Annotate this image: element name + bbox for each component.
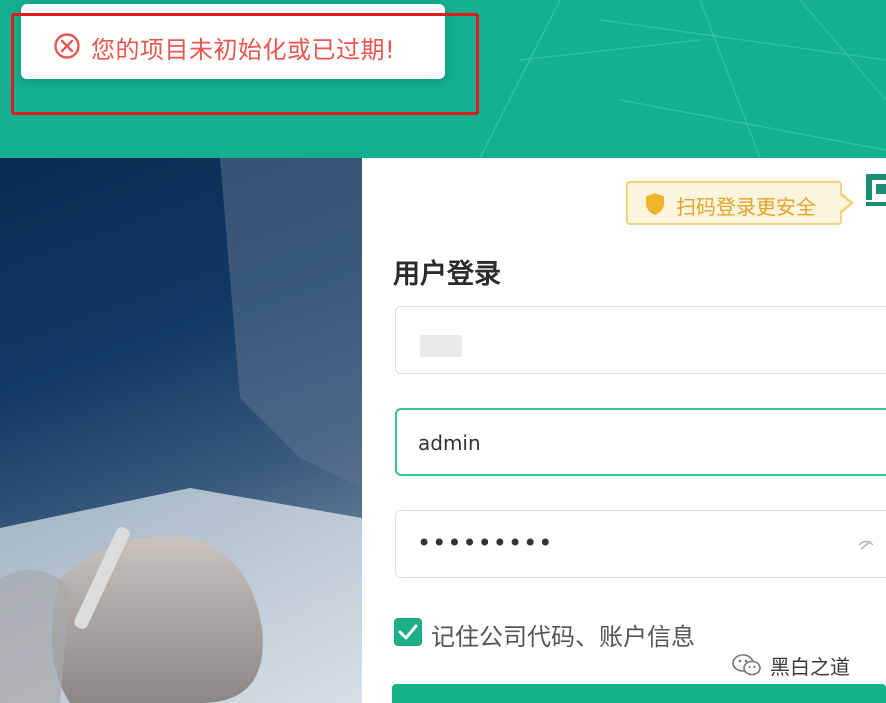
remember-label: 记住公司代码、账户信息: [431, 623, 695, 651]
login-title: 用户登录: [393, 259, 501, 290]
checkmark-icon: [398, 624, 418, 640]
annotation-highlight-box: [11, 13, 479, 115]
wechat-icon: [732, 654, 761, 676]
qr-code-toggle-icon[interactable]: [862, 170, 886, 214]
login-button[interactable]: [392, 684, 886, 703]
shield-icon: [646, 193, 664, 215]
redacted-value: [420, 335, 462, 357]
watermark-text: 黑白之道: [770, 654, 850, 679]
eye-off-icon[interactable]: [858, 539, 874, 551]
password-value: •••••••••: [417, 529, 554, 557]
watermark: 黑白之道: [732, 652, 850, 679]
username-value: admin: [418, 431, 481, 455]
username-field[interactable]: admin: [395, 408, 886, 476]
company-code-field[interactable]: [395, 306, 886, 374]
hero-photo-illustration: [0, 158, 362, 703]
remember-checkbox[interactable]: [394, 618, 422, 646]
qr-tip-label: 扫码登录更安全: [676, 195, 816, 219]
qr-login-tip[interactable]: 扫码登录更安全: [626, 181, 854, 225]
password-field[interactable]: •••••••••: [395, 510, 886, 578]
hero-photo: [0, 158, 362, 703]
